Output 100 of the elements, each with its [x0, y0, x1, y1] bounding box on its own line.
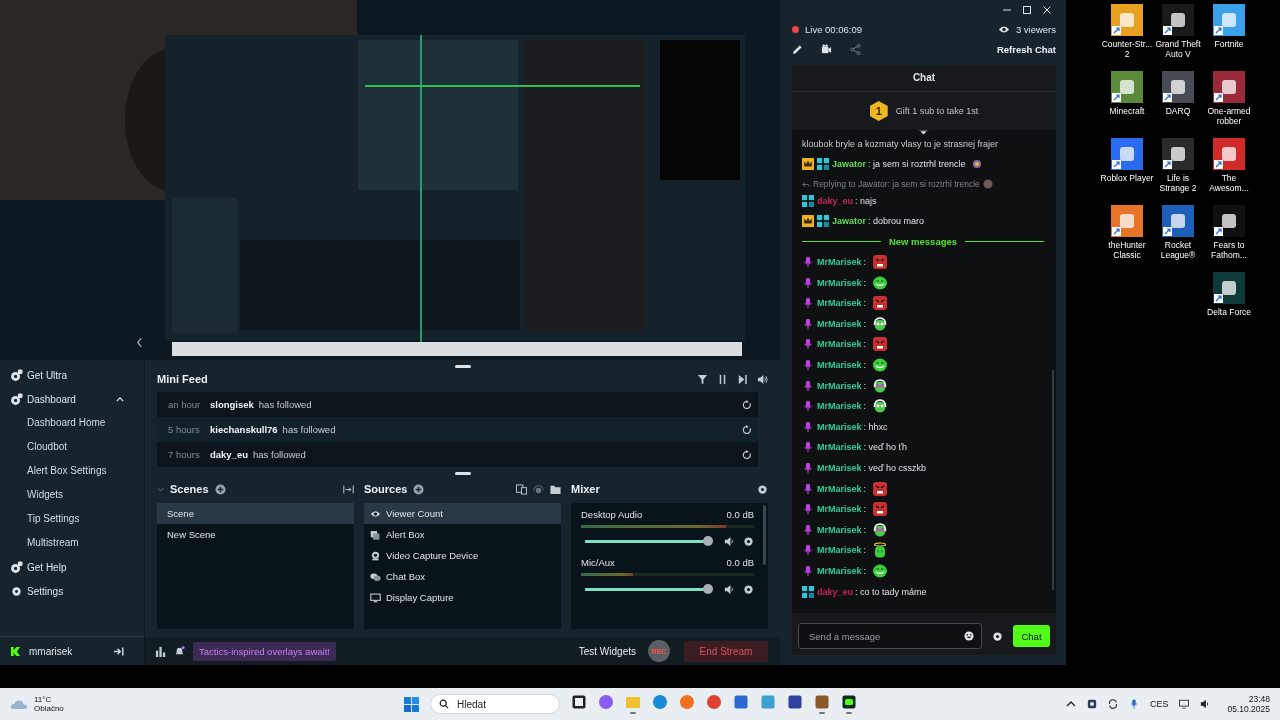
monitor-icon[interactable] [1179, 699, 1190, 709]
desktop-shortcut[interactable]: Life is Strange 2 [1152, 138, 1204, 205]
desktop-shortcut[interactable]: Grand Theft Auto V [1152, 4, 1204, 71]
skip-icon[interactable] [737, 373, 748, 385]
chat-username[interactable]: MrMarisek [817, 421, 862, 432]
sidebar-item[interactable]: Tip Settings [0, 507, 144, 531]
chat-username[interactable]: Jawator [832, 159, 866, 170]
chat-username[interactable]: Jawator [832, 216, 866, 227]
add-icon[interactable] [214, 483, 226, 495]
layout-icon[interactable] [516, 483, 527, 495]
scene-item[interactable]: Scene [157, 503, 354, 524]
source-item[interactable]: Alert Box [364, 524, 561, 545]
sidebar-item[interactable]: Settings [0, 579, 144, 603]
volume-icon[interactable] [757, 373, 768, 385]
test-widgets-button[interactable]: Test Widgets [574, 645, 640, 657]
store-icon[interactable] [733, 694, 749, 710]
chat-username[interactable]: MrMarisek [817, 545, 862, 556]
sidebar-item[interactable]: Cloudbot [0, 435, 144, 459]
settings-icon[interactable] [743, 584, 754, 595]
audio-icon[interactable] [533, 483, 544, 495]
speaker-icon[interactable] [724, 584, 735, 595]
crate-icon[interactable] [814, 694, 830, 710]
desktop-shortcut[interactable]: Rocket League® [1152, 205, 1204, 272]
drag-handle[interactable] [454, 472, 471, 475]
chat-username[interactable]: MrMarisek [817, 401, 862, 412]
sidebar-item[interactable]: Multistream [0, 531, 144, 555]
desktop-shortcut[interactable]: Delta Force [1203, 272, 1255, 339]
sidebar-item[interactable]: Widgets [0, 483, 144, 507]
desktop-shortcut[interactable]: Roblox Player [1101, 138, 1153, 205]
close-icon[interactable] [1042, 5, 1052, 15]
browser-icon[interactable] [652, 694, 668, 710]
end-stream-button[interactable]: End Stream [684, 640, 768, 662]
sidebar-item[interactable]: Dashboard [0, 387, 144, 411]
chat-username[interactable]: MrMarisek [817, 524, 862, 535]
chat-username[interactable]: MrMarisek [817, 483, 862, 494]
refresh-chat-button[interactable]: Refresh Chat [996, 43, 1056, 55]
replay-icon[interactable] [742, 424, 752, 435]
folder-icon[interactable] [550, 483, 561, 495]
chat-username[interactable]: MrMarisek [817, 504, 862, 515]
emoji-icon[interactable] [964, 631, 974, 641]
language-indicator[interactable]: CES [1149, 699, 1169, 709]
desktop-shortcut[interactable]: The Awesom... [1203, 138, 1255, 205]
replay-icon[interactable] [742, 399, 752, 410]
camera-icon[interactable] [821, 43, 832, 55]
desktop-shortcut[interactable]: Fortnite [1203, 4, 1255, 71]
settings-icon[interactable] [757, 483, 768, 495]
desktop-shortcut[interactable]: Minecraft [1101, 71, 1153, 138]
photo-icon[interactable] [760, 694, 776, 710]
search-field[interactable]: Hledat [430, 694, 560, 714]
chat-username[interactable]: MrMarisek [817, 360, 862, 371]
chat-username[interactable]: MrMarisek [817, 318, 862, 329]
desktop-shortcut[interactable]: DARQ [1152, 71, 1204, 138]
chevron-up-icon[interactable] [1065, 699, 1076, 709]
replay-icon[interactable] [742, 449, 752, 460]
task-view-icon[interactable] [571, 694, 587, 710]
settings-icon[interactable] [743, 536, 754, 547]
chat-username[interactable]: MrMarisek [817, 463, 862, 473]
settings-icon[interactable] [992, 630, 1003, 642]
chat-username[interactable]: MrMarisek [817, 566, 862, 576]
filter-icon[interactable] [697, 373, 708, 385]
source-item[interactable]: Video Capture Device [364, 545, 561, 566]
chat-username[interactable]: MrMarisek [817, 298, 862, 309]
sync-icon[interactable] [1107, 699, 1118, 709]
chat-username[interactable]: MrMarisek [817, 442, 862, 453]
scrollbar[interactable] [763, 505, 766, 565]
windows-start-icon[interactable] [404, 696, 419, 712]
sidebar-item[interactable]: Get Ultra [0, 363, 144, 387]
desktop-shortcut[interactable]: theHunter Classic [1101, 205, 1153, 272]
bar-chart-icon[interactable] [155, 645, 166, 657]
browser-icon[interactable] [679, 694, 695, 710]
scene-item[interactable]: New Scene [157, 524, 354, 545]
app-icon[interactable] [841, 694, 857, 710]
desktop-shortcut[interactable]: Fears to Fathom... [1203, 205, 1255, 272]
bell-icon[interactable] [174, 645, 185, 657]
desktop-shortcut[interactable]: Counter-Str... 2 [1101, 4, 1153, 71]
clock-date[interactable]: 05.10.2025 [1227, 704, 1270, 714]
speaker-icon[interactable] [724, 536, 735, 547]
promo-banner[interactable]: Tactics-inspired overlays await! [193, 641, 336, 661]
source-item[interactable]: Viewer Count [364, 503, 561, 524]
share-icon[interactable] [850, 43, 861, 55]
pencil-icon[interactable] [792, 43, 803, 55]
collapse-icon[interactable] [343, 483, 354, 495]
speaker-icon[interactable] [1200, 699, 1211, 709]
sidebar-item[interactable]: Alert Box Settings [0, 459, 144, 483]
logout-icon[interactable] [113, 646, 124, 656]
sidebar-item[interactable]: Get Help [0, 555, 144, 579]
message-input[interactable]: Send a message [798, 623, 982, 649]
chat-send-button[interactable]: Chat [1013, 625, 1050, 647]
maximize-icon[interactable] [1022, 5, 1032, 15]
browser-icon[interactable] [706, 694, 722, 710]
source-item[interactable]: Chat Box [364, 566, 561, 587]
chat-username[interactable]: MrMarisek [817, 277, 862, 288]
desktop-shortcut[interactable]: One-armed robber [1203, 71, 1255, 138]
drag-handle[interactable] [454, 365, 471, 368]
chat-username[interactable]: MrMarisek [817, 257, 862, 268]
clock-time[interactable]: 23:48 [1248, 694, 1270, 704]
chat-username[interactable]: MrMarisek [817, 380, 862, 391]
source-item[interactable]: Display Capture [364, 587, 561, 608]
sidebar-item[interactable]: Dashboard Home [0, 411, 144, 435]
microphone-icon[interactable] [1128, 699, 1139, 709]
